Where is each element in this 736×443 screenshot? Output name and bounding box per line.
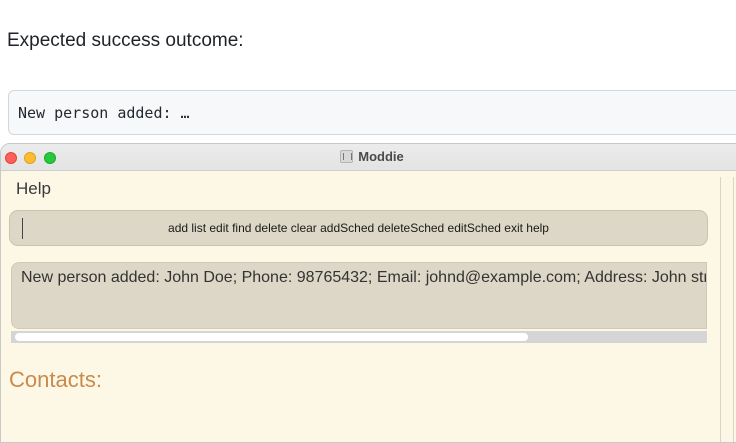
app-window: Moddie Help add list edit find delete cl…: [0, 143, 736, 443]
result-display[interactable]: New person added: John Doe; Phone: 98765…: [11, 262, 707, 329]
code-block: New person added: …: [8, 90, 736, 135]
app-icon: [340, 150, 354, 163]
result-horizontal-scrollbar[interactable]: [11, 331, 707, 343]
window-titlebar[interactable]: Moddie: [1, 144, 736, 171]
command-input-placeholder: add list edit find delete clear addSched…: [168, 221, 549, 235]
command-input[interactable]: add list edit find delete clear addSched…: [9, 210, 708, 246]
window-title: Moddie: [358, 149, 404, 164]
code-text: New person added: …: [18, 104, 190, 122]
window-title-group: Moddie: [1, 149, 736, 164]
window-vertical-scrollbar[interactable]: [720, 177, 734, 442]
contacts-heading: Contacts:: [9, 367, 102, 392]
menu-help[interactable]: Help: [16, 179, 51, 199]
scrollbar-thumb[interactable]: [15, 333, 528, 341]
result-display-text: New person added: John Doe; Phone: 98765…: [21, 269, 707, 286]
doc-heading: Expected success outcome:: [7, 30, 244, 51]
